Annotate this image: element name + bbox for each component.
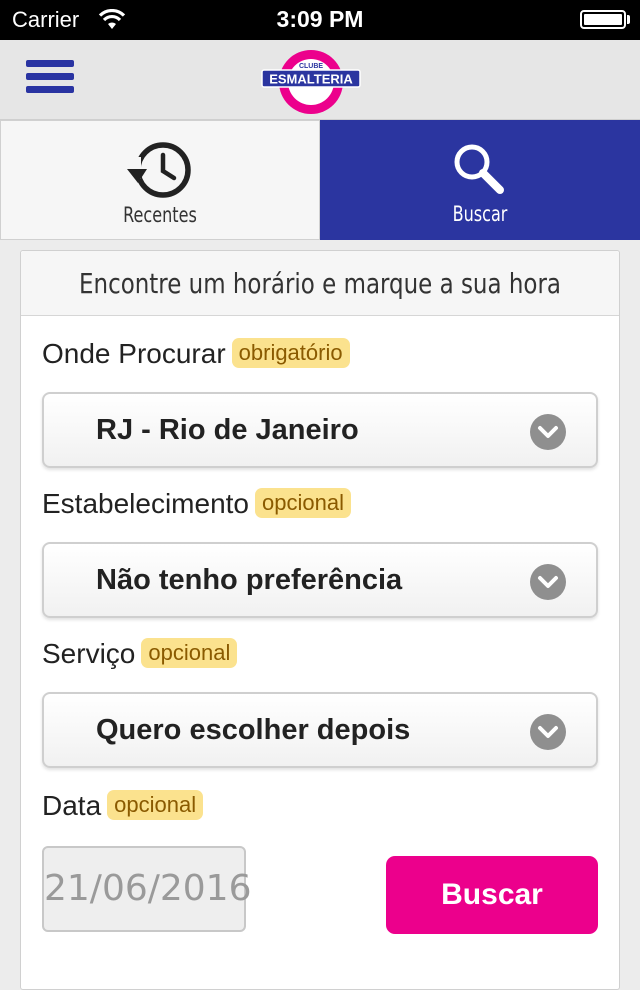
service-select[interactable]: Quero escolher depois <box>42 692 598 768</box>
optional-badge: opcional <box>107 790 204 820</box>
optional-badge: opcional <box>255 488 351 518</box>
establishment-select-value: Não tenho preferência <box>96 564 403 596</box>
date-input[interactable]: 21/06/2016 <box>42 846 252 932</box>
chevron-down-icon <box>530 564 566 600</box>
chevron-down-icon <box>530 414 566 450</box>
hamburger-menu-icon[interactable] <box>26 60 76 100</box>
field-label-onde-procurar: Onde Procurar obrigatório <box>42 338 350 370</box>
field-label-servico: Serviço opcional <box>42 638 238 670</box>
location-select[interactable]: RJ - Rio de Janeiro <box>42 392 598 468</box>
app-header: CLUBE ESMALTERIA <box>0 40 640 120</box>
status-time: 3:09 PM <box>276 6 364 32</box>
label-text: Serviço <box>42 638 136 669</box>
tab-recentes[interactable]: Recentes <box>0 120 320 240</box>
battery-icon <box>580 10 626 29</box>
esmalteria-logo[interactable]: CLUBE ESMALTERIA <box>258 44 364 118</box>
svg-text:CLUBE: CLUBE <box>299 63 323 70</box>
search-button[interactable]: Buscar <box>386 856 598 934</box>
battery-nub <box>627 15 630 24</box>
field-label-data: Data opcional <box>42 790 204 822</box>
required-badge: obrigatório <box>231 338 350 368</box>
establishment-select[interactable]: Não tenho preferência <box>42 542 598 618</box>
label-text: Onde Procurar <box>42 338 226 369</box>
tab-buscar[interactable]: Buscar <box>320 120 640 240</box>
optional-badge: opcional <box>141 638 238 668</box>
label-text: Data <box>42 790 102 821</box>
tab-buscar-label: Buscar <box>452 202 508 226</box>
field-label-estabelecimento: Estabelecimento opcional <box>42 488 351 520</box>
history-clock-icon <box>127 142 191 198</box>
service-select-value: Quero escolher depois <box>96 714 411 746</box>
label-text: Estabelecimento <box>42 488 250 519</box>
chevron-down-icon <box>530 714 566 750</box>
location-select-value: RJ - Rio de Janeiro <box>96 414 359 446</box>
svg-text:ESMALTERIA: ESMALTERIA <box>269 72 353 87</box>
status-bar: Carrier 3:09 PM <box>0 0 640 40</box>
search-icon <box>454 144 504 194</box>
tab-bar: Recentes Buscar <box>0 120 640 240</box>
tab-recentes-label: Recentes <box>123 203 197 227</box>
form-title: Encontre um horário e marque a sua hora <box>79 267 561 300</box>
card-header: Encontre um horário e marque a sua hora <box>21 251 619 316</box>
